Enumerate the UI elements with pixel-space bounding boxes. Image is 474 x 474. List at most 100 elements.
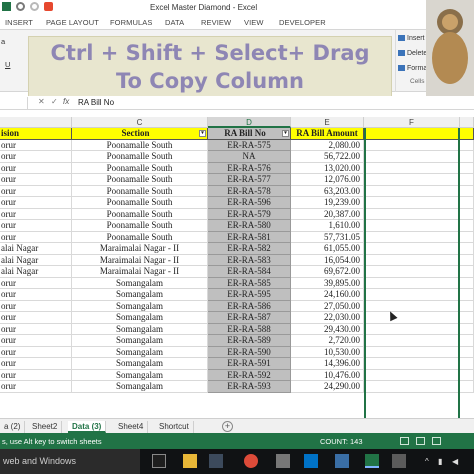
table-cell[interactable]: 19,239.00	[291, 197, 364, 209]
table-cell[interactable]: 2,080.00	[291, 139, 364, 151]
empty-cell[interactable]	[364, 139, 460, 151]
empty-cell[interactable]	[364, 151, 460, 163]
empty-cell[interactable]	[364, 128, 460, 140]
table-cell[interactable]: alai Nagar	[0, 243, 72, 255]
format-cells-button[interactable]: Format	[398, 65, 429, 72]
empty-cell[interactable]	[364, 185, 460, 197]
table-cell[interactable]: ER-RA-587	[208, 312, 291, 324]
sheet-tab-sheet4[interactable]: Sheet4	[114, 421, 149, 433]
empty-cell[interactable]	[364, 358, 460, 370]
table-cell[interactable]: Somangalam	[72, 300, 208, 312]
table-cell[interactable]: Somangalam	[72, 381, 208, 393]
empty-cell[interactable]	[364, 335, 460, 347]
empty-cell[interactable]	[364, 369, 460, 381]
column-header-e[interactable]: E	[291, 117, 364, 128]
sheet-tab-sheet2[interactable]: Sheet2	[28, 421, 63, 433]
empty-cell[interactable]	[364, 323, 460, 335]
table-cell[interactable]: ER-RA-577	[208, 174, 291, 186]
table-cell[interactable]: 24,160.00	[291, 289, 364, 301]
table-cell[interactable]: 57,731.05	[291, 231, 364, 243]
tab-page-layout[interactable]: PAGE LAYOUT	[46, 18, 99, 27]
empty-cell[interactable]	[460, 197, 474, 209]
table-cell[interactable]: ER-RA-595	[208, 289, 291, 301]
table-cell[interactable]: 20,387.00	[291, 208, 364, 220]
empty-cell[interactable]	[364, 162, 460, 174]
empty-cell[interactable]	[364, 174, 460, 186]
column-header-b[interactable]	[0, 117, 72, 128]
table-cell[interactable]: ER-RA-584	[208, 266, 291, 278]
enter-icon[interactable]: ✓	[51, 97, 58, 106]
excel-icon[interactable]	[365, 454, 379, 468]
empty-cell[interactable]	[364, 197, 460, 209]
column-header-c[interactable]: C	[72, 117, 208, 128]
header-cell[interactable]: ision	[0, 128, 72, 140]
table-cell[interactable]: Somangalam	[72, 323, 208, 335]
sheet-tab-a2[interactable]: a (2)	[0, 421, 26, 433]
empty-cell[interactable]	[460, 289, 474, 301]
table-cell[interactable]: 2,720.00	[291, 335, 364, 347]
file-explorer-icon[interactable]	[183, 454, 197, 468]
table-cell[interactable]: orur	[0, 139, 72, 151]
empty-cell[interactable]	[364, 300, 460, 312]
table-cell[interactable]: ER-RA-596	[208, 197, 291, 209]
table-cell[interactable]: orur	[0, 151, 72, 163]
table-cell[interactable]: ER-RA-581	[208, 231, 291, 243]
empty-cell[interactable]	[460, 346, 474, 358]
table-cell[interactable]: orur	[0, 185, 72, 197]
network-icon[interactable]: ▮	[438, 457, 442, 466]
filter-dropdown-icon[interactable]: ▾	[282, 130, 289, 137]
table-cell[interactable]: orur	[0, 277, 72, 289]
add-sheet-button[interactable]: +	[222, 421, 233, 432]
table-cell[interactable]: Somangalam	[72, 335, 208, 347]
empty-cell[interactable]	[460, 369, 474, 381]
empty-cell[interactable]	[364, 289, 460, 301]
empty-cell[interactable]	[460, 128, 474, 140]
empty-cell[interactable]	[460, 139, 474, 151]
taskbar-search-box[interactable]: web and Windows	[0, 449, 140, 474]
app-icon[interactable]	[276, 454, 290, 468]
save-icon[interactable]	[2, 2, 11, 11]
underline-button[interactable]: U	[5, 60, 10, 69]
table-cell[interactable]: ER-RA-580	[208, 220, 291, 232]
empty-cell[interactable]	[364, 220, 460, 232]
empty-cell[interactable]	[460, 266, 474, 278]
empty-cell[interactable]	[460, 174, 474, 186]
table-cell[interactable]: ER-RA-583	[208, 254, 291, 266]
table-cell[interactable]: orur	[0, 174, 72, 186]
empty-cell[interactable]	[460, 358, 474, 370]
sheet-tab-data3[interactable]: Data (3)	[68, 421, 107, 433]
table-cell[interactable]: Poonamalle South	[72, 139, 208, 151]
empty-cell[interactable]	[460, 185, 474, 197]
header-cell[interactable]: RA Bill Amount	[291, 128, 364, 140]
empty-cell[interactable]	[364, 208, 460, 220]
app-icon-2[interactable]	[335, 454, 349, 468]
tab-view[interactable]: VIEW	[244, 18, 264, 27]
table-cell[interactable]: orur	[0, 220, 72, 232]
app-icon-3[interactable]	[392, 454, 406, 468]
empty-cell[interactable]	[364, 231, 460, 243]
table-cell[interactable]: ER-RA-586	[208, 300, 291, 312]
filter-dropdown-icon[interactable]: ▾	[199, 130, 206, 137]
empty-cell[interactable]	[460, 312, 474, 324]
empty-cell[interactable]	[364, 277, 460, 289]
table-cell[interactable]: 16,054.00	[291, 254, 364, 266]
table-cell[interactable]: orur	[0, 162, 72, 174]
outlook-icon[interactable]	[304, 454, 318, 468]
table-cell[interactable]: 69,672.00	[291, 266, 364, 278]
table-cell[interactable]: orur	[0, 369, 72, 381]
table-cell[interactable]: orur	[0, 312, 72, 324]
empty-cell[interactable]	[364, 346, 460, 358]
table-cell[interactable]: ER-RA-592	[208, 369, 291, 381]
table-cell[interactable]: orur	[0, 208, 72, 220]
table-cell[interactable]: alai Nagar	[0, 266, 72, 278]
empty-cell[interactable]	[460, 151, 474, 163]
column-header-g[interactable]	[460, 117, 474, 128]
table-cell[interactable]: orur	[0, 231, 72, 243]
table-cell[interactable]: Poonamalle South	[72, 208, 208, 220]
empty-cell[interactable]	[460, 243, 474, 255]
table-cell[interactable]: Poonamalle South	[72, 162, 208, 174]
table-cell[interactable]: orur	[0, 323, 72, 335]
table-cell[interactable]: ER-RA-588	[208, 323, 291, 335]
delete-cells-button[interactable]: Delete	[398, 50, 427, 57]
table-cell[interactable]: orur	[0, 358, 72, 370]
